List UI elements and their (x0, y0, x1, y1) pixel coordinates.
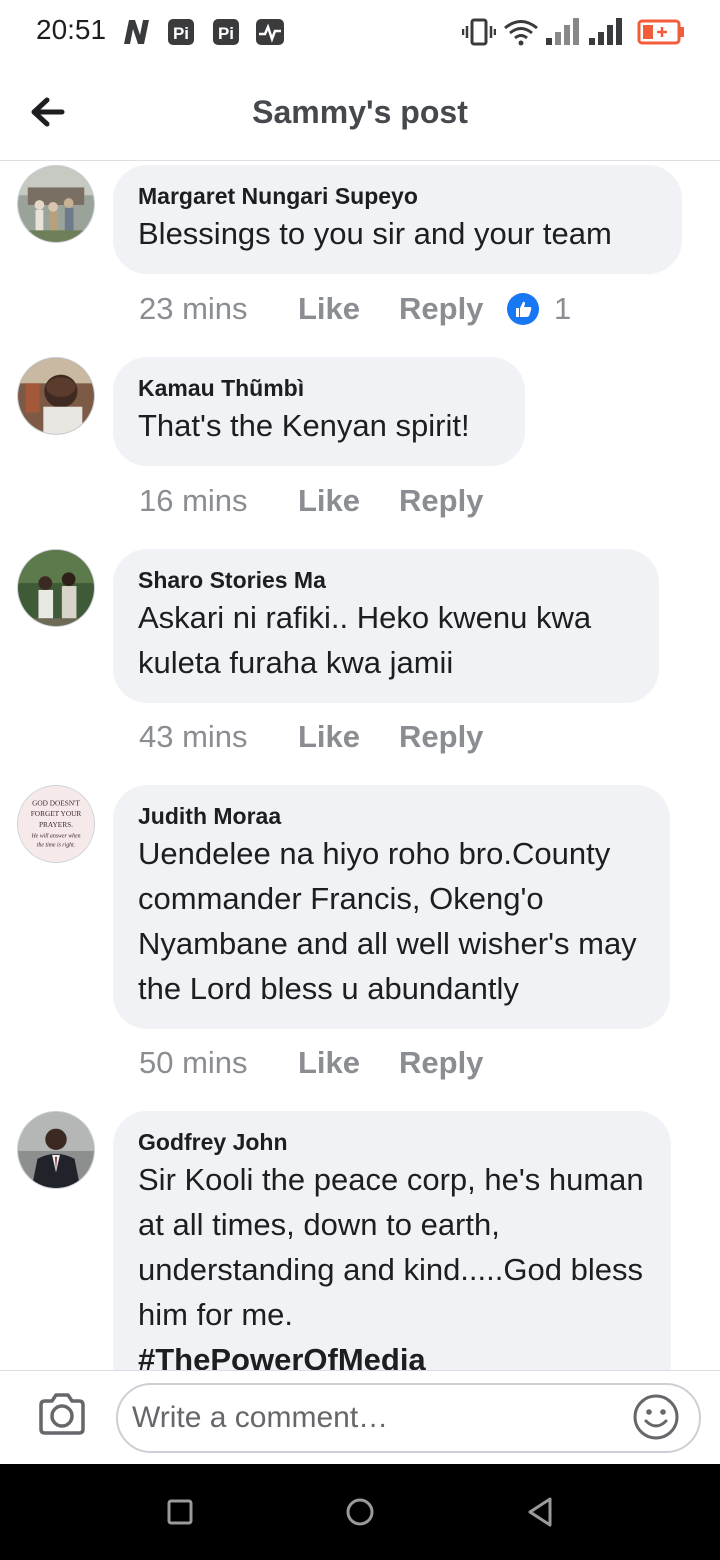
comment-time[interactable]: 50 mins (139, 1045, 248, 1081)
avatar[interactable]: GOD DOESN'T FORGET YOUR PRAYERS. He will… (17, 785, 95, 863)
avatar-image (18, 166, 94, 242)
reply-button[interactable]: Reply (399, 291, 483, 327)
comment-input[interactable] (116, 1383, 701, 1453)
reply-button[interactable]: Reply (399, 1045, 483, 1081)
hashtag-link[interactable]: #ThePowerOfMedia (138, 1337, 645, 1370)
comment-list: Margaret Nungari Supeyo Blessings to you… (0, 161, 720, 1370)
vibrate-icon (462, 18, 496, 46)
activity-icon (256, 19, 284, 45)
svg-text:GOD DOESN'T: GOD DOESN'T (32, 798, 80, 807)
recents-square-icon[interactable] (162, 1494, 198, 1530)
like-button[interactable]: Like (298, 483, 360, 519)
comment-body: Sir Kooli the peace corp, he's human at … (138, 1162, 644, 1332)
reply-button[interactable]: Reply (399, 483, 483, 519)
comment-author[interactable]: Judith Moraa (138, 801, 644, 831)
signal-icon (546, 18, 579, 45)
reply-button[interactable]: Reply (399, 719, 483, 755)
comment-time[interactable]: 43 mins (139, 719, 248, 755)
svg-text:Pi: Pi (173, 24, 189, 43)
comment-author[interactable]: Godfrey John (138, 1127, 645, 1157)
svg-text:FORGET YOUR: FORGET YOUR (31, 809, 82, 818)
camera-icon[interactable] (36, 1389, 88, 1441)
like-button[interactable]: Like (298, 719, 360, 755)
comment-text: Uendelee na hiyo roho bro.County command… (138, 836, 637, 1006)
like-button[interactable]: Like (298, 1045, 360, 1081)
comment-bubble[interactable]: Sharo Stories Ma Askari ni rafiki.. Heko… (113, 549, 659, 703)
emoji-icon[interactable] (632, 1393, 680, 1441)
comment-actions: 16 mins Like Reply (139, 483, 499, 523)
comment-author[interactable]: Margaret Nungari Supeyo (138, 181, 656, 211)
avatar[interactable] (17, 357, 95, 435)
avatar-image (18, 1112, 94, 1188)
comment-text: Sir Kooli the peace corp, he's human at … (138, 1157, 645, 1370)
comment-time[interactable]: 23 mins (139, 291, 248, 327)
battery-icon (637, 19, 684, 45)
svg-text:PRAYERS.: PRAYERS. (39, 820, 73, 829)
status-time: 20:51 (36, 14, 107, 45)
like-reaction-icon[interactable] (507, 293, 539, 325)
system-nav-bar (0, 1464, 720, 1560)
avatar-image (18, 358, 94, 434)
avatar[interactable] (17, 1111, 95, 1189)
wifi-icon (504, 20, 538, 46)
comment-author[interactable]: Kamau Thũmbì (138, 373, 499, 403)
comment-text: Blessings to you sir and your team (138, 216, 612, 251)
reaction-count[interactable]: 1 (554, 291, 571, 327)
svg-text:He will answer when: He will answer when (30, 834, 80, 840)
comment-bubble[interactable]: Judith Moraa Uendelee na hiyo roho bro.C… (113, 785, 670, 1029)
avatar-image: GOD DOESN'T FORGET YOUR PRAYERS. He will… (18, 786, 94, 862)
comment-bubble[interactable]: Godfrey John Sir Kooli the peace corp, h… (113, 1111, 671, 1370)
page-title: Sammy's post (252, 94, 468, 130)
n-app-icon (124, 20, 149, 44)
like-button[interactable]: Like (298, 291, 360, 327)
comment-text: Askari ni rafiki.. Heko kwenu kwa kuleta… (138, 600, 592, 680)
comment-bubble[interactable]: Kamau Thũmbì That's the Kenyan spirit! (113, 357, 525, 466)
avatar[interactable] (17, 165, 95, 243)
back-triangle-icon[interactable] (522, 1494, 558, 1530)
comment-actions: 43 mins Like Reply (139, 719, 499, 759)
pi-app-icon: Pi (168, 19, 194, 45)
comment-time[interactable]: 16 mins (139, 483, 248, 519)
home-circle-icon[interactable] (342, 1494, 378, 1530)
status-bar: 20:51 Pi Pi (0, 0, 720, 66)
comment-actions: 23 mins Like Reply 1 (139, 291, 599, 331)
signal-icon-2 (589, 18, 622, 45)
avatar[interactable] (17, 549, 95, 627)
comment-author[interactable]: Sharo Stories Ma (138, 565, 633, 595)
header: Sammy's post (0, 66, 720, 161)
comment-bubble[interactable]: Margaret Nungari Supeyo Blessings to you… (113, 165, 682, 274)
pi-app-icon-2: Pi (213, 19, 239, 45)
comment-text: That's the Kenyan spirit! (138, 408, 470, 443)
svg-text:Pi: Pi (218, 24, 234, 43)
svg-text:the time is right.: the time is right. (37, 842, 75, 848)
comment-actions: 50 mins Like Reply (139, 1045, 499, 1085)
comment-composer (0, 1370, 720, 1465)
avatar-image (18, 550, 94, 626)
